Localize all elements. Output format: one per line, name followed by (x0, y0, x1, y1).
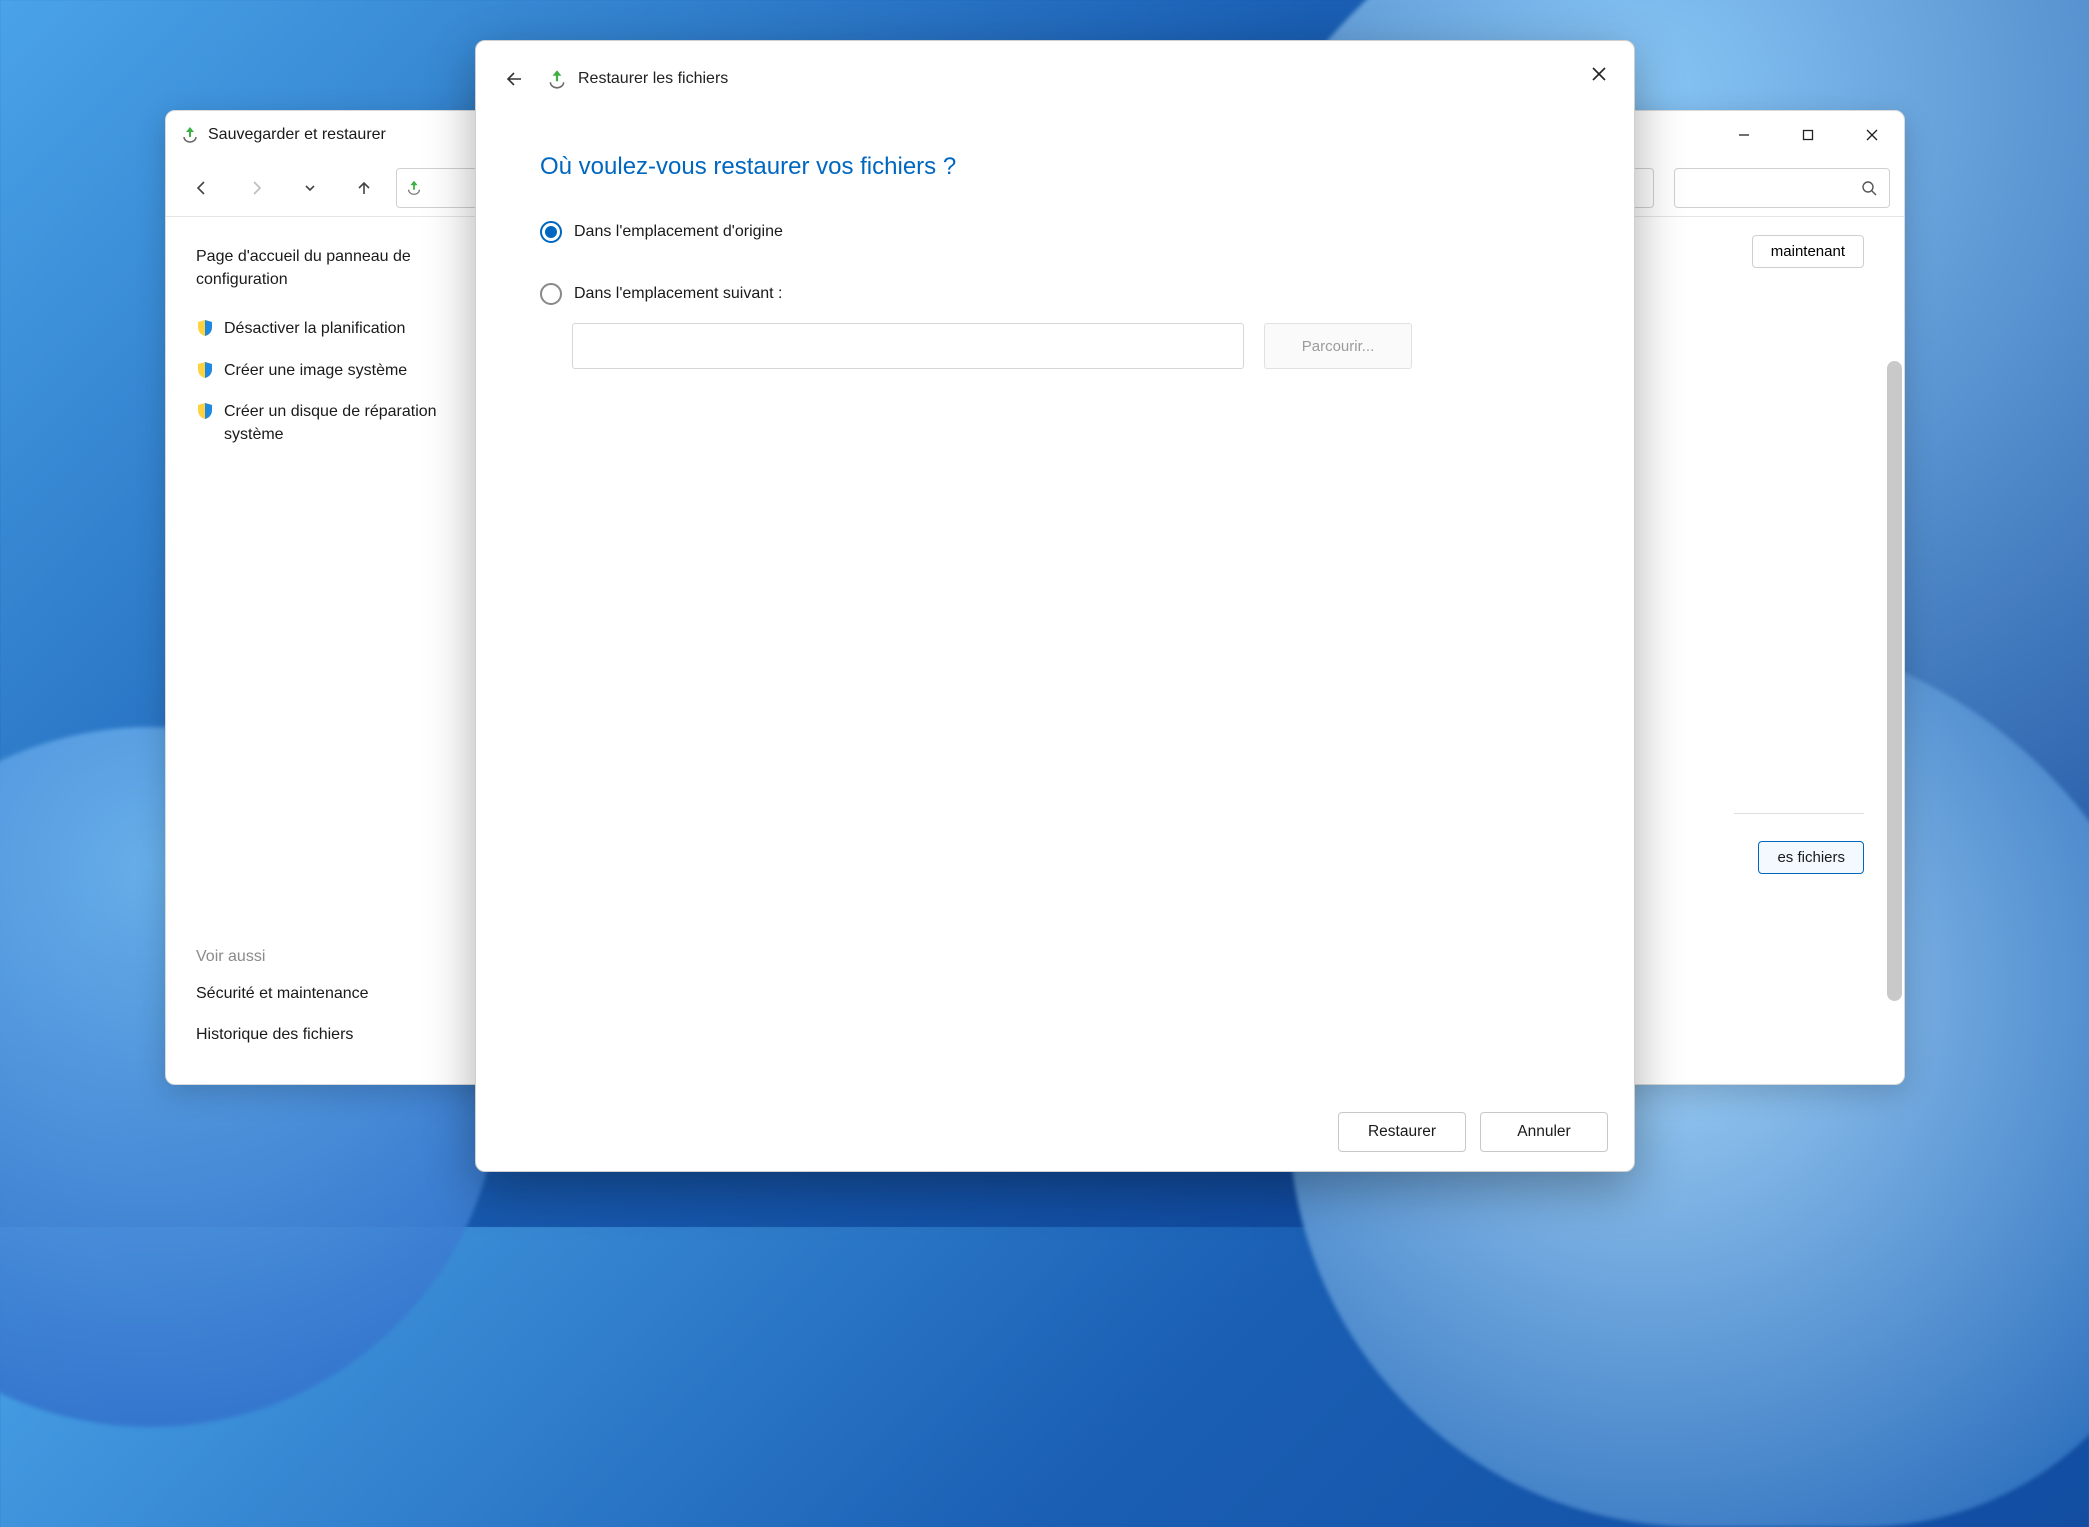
dialog-body: Où voulez-vous restaurer vos fichiers ? … (476, 117, 1634, 1093)
dialog-back-button[interactable] (498, 62, 532, 96)
restore-dialog: Restaurer les fichiers Où voulez-vous re… (475, 40, 1635, 1172)
shield-icon (196, 361, 214, 379)
see-also-file-history[interactable]: Historique des fichiers (196, 1023, 466, 1046)
dialog-close-button[interactable] (1582, 57, 1616, 91)
custom-path-input[interactable] (572, 323, 1244, 369)
nav-up-button[interactable] (342, 166, 386, 210)
browse-button[interactable]: Parcourir... (1264, 323, 1412, 369)
restore-app-icon (546, 68, 568, 90)
dialog-header: Restaurer les fichiers (476, 41, 1634, 117)
backup-app-icon (405, 179, 423, 197)
cancel-button[interactable]: Annuler (1480, 1112, 1608, 1152)
nav-back-button[interactable] (180, 166, 224, 210)
minimize-button[interactable] (1712, 111, 1776, 159)
radio-icon (540, 221, 562, 243)
sidebar: Page d'accueil du panneau de configurati… (166, 217, 486, 1084)
dialog-footer: Restaurer Annuler (476, 1093, 1634, 1171)
radio-custom-location[interactable]: Dans l'emplacement suivant : (540, 283, 1570, 305)
shield-icon (196, 402, 214, 420)
radio-label: Dans l'emplacement d'origine (574, 223, 783, 241)
close-button[interactable] (1840, 111, 1904, 159)
dialog-title: Restaurer les fichiers (578, 70, 728, 88)
sidebar-home-link[interactable]: Page d'accueil du panneau de configurati… (196, 245, 466, 291)
backup-now-button[interactable]: maintenant (1752, 235, 1864, 268)
radio-icon (540, 283, 562, 305)
maximize-button[interactable] (1776, 111, 1840, 159)
radio-label: Dans l'emplacement suivant : (574, 285, 782, 303)
radio-original-location[interactable]: Dans l'emplacement d'origine (540, 221, 1570, 243)
sidebar-item-disable-schedule[interactable]: Désactiver la planification (224, 317, 405, 340)
dialog-heading: Où voulez-vous restaurer vos fichiers ? (540, 153, 1570, 181)
see-also-security[interactable]: Sécurité et maintenance (196, 982, 466, 1005)
backup-app-icon (180, 125, 200, 145)
window-title: Sauvegarder et restaurer (208, 126, 386, 144)
sidebar-item-create-image[interactable]: Créer une image système (224, 359, 407, 382)
nav-forward-button[interactable] (234, 166, 278, 210)
nav-recent-dropdown[interactable] (288, 166, 332, 210)
search-box[interactable] (1674, 168, 1890, 208)
divider (1734, 813, 1864, 814)
restore-files-button[interactable]: es fichiers (1758, 841, 1864, 874)
sidebar-item-create-repair-disk[interactable]: Créer un disque de réparation système (224, 400, 466, 446)
restore-button[interactable]: Restaurer (1338, 1112, 1466, 1152)
search-icon (1861, 180, 1877, 196)
scrollbar-vertical[interactable] (1887, 361, 1902, 1001)
shield-icon (196, 319, 214, 337)
see-also-heading: Voir aussi (196, 948, 466, 966)
